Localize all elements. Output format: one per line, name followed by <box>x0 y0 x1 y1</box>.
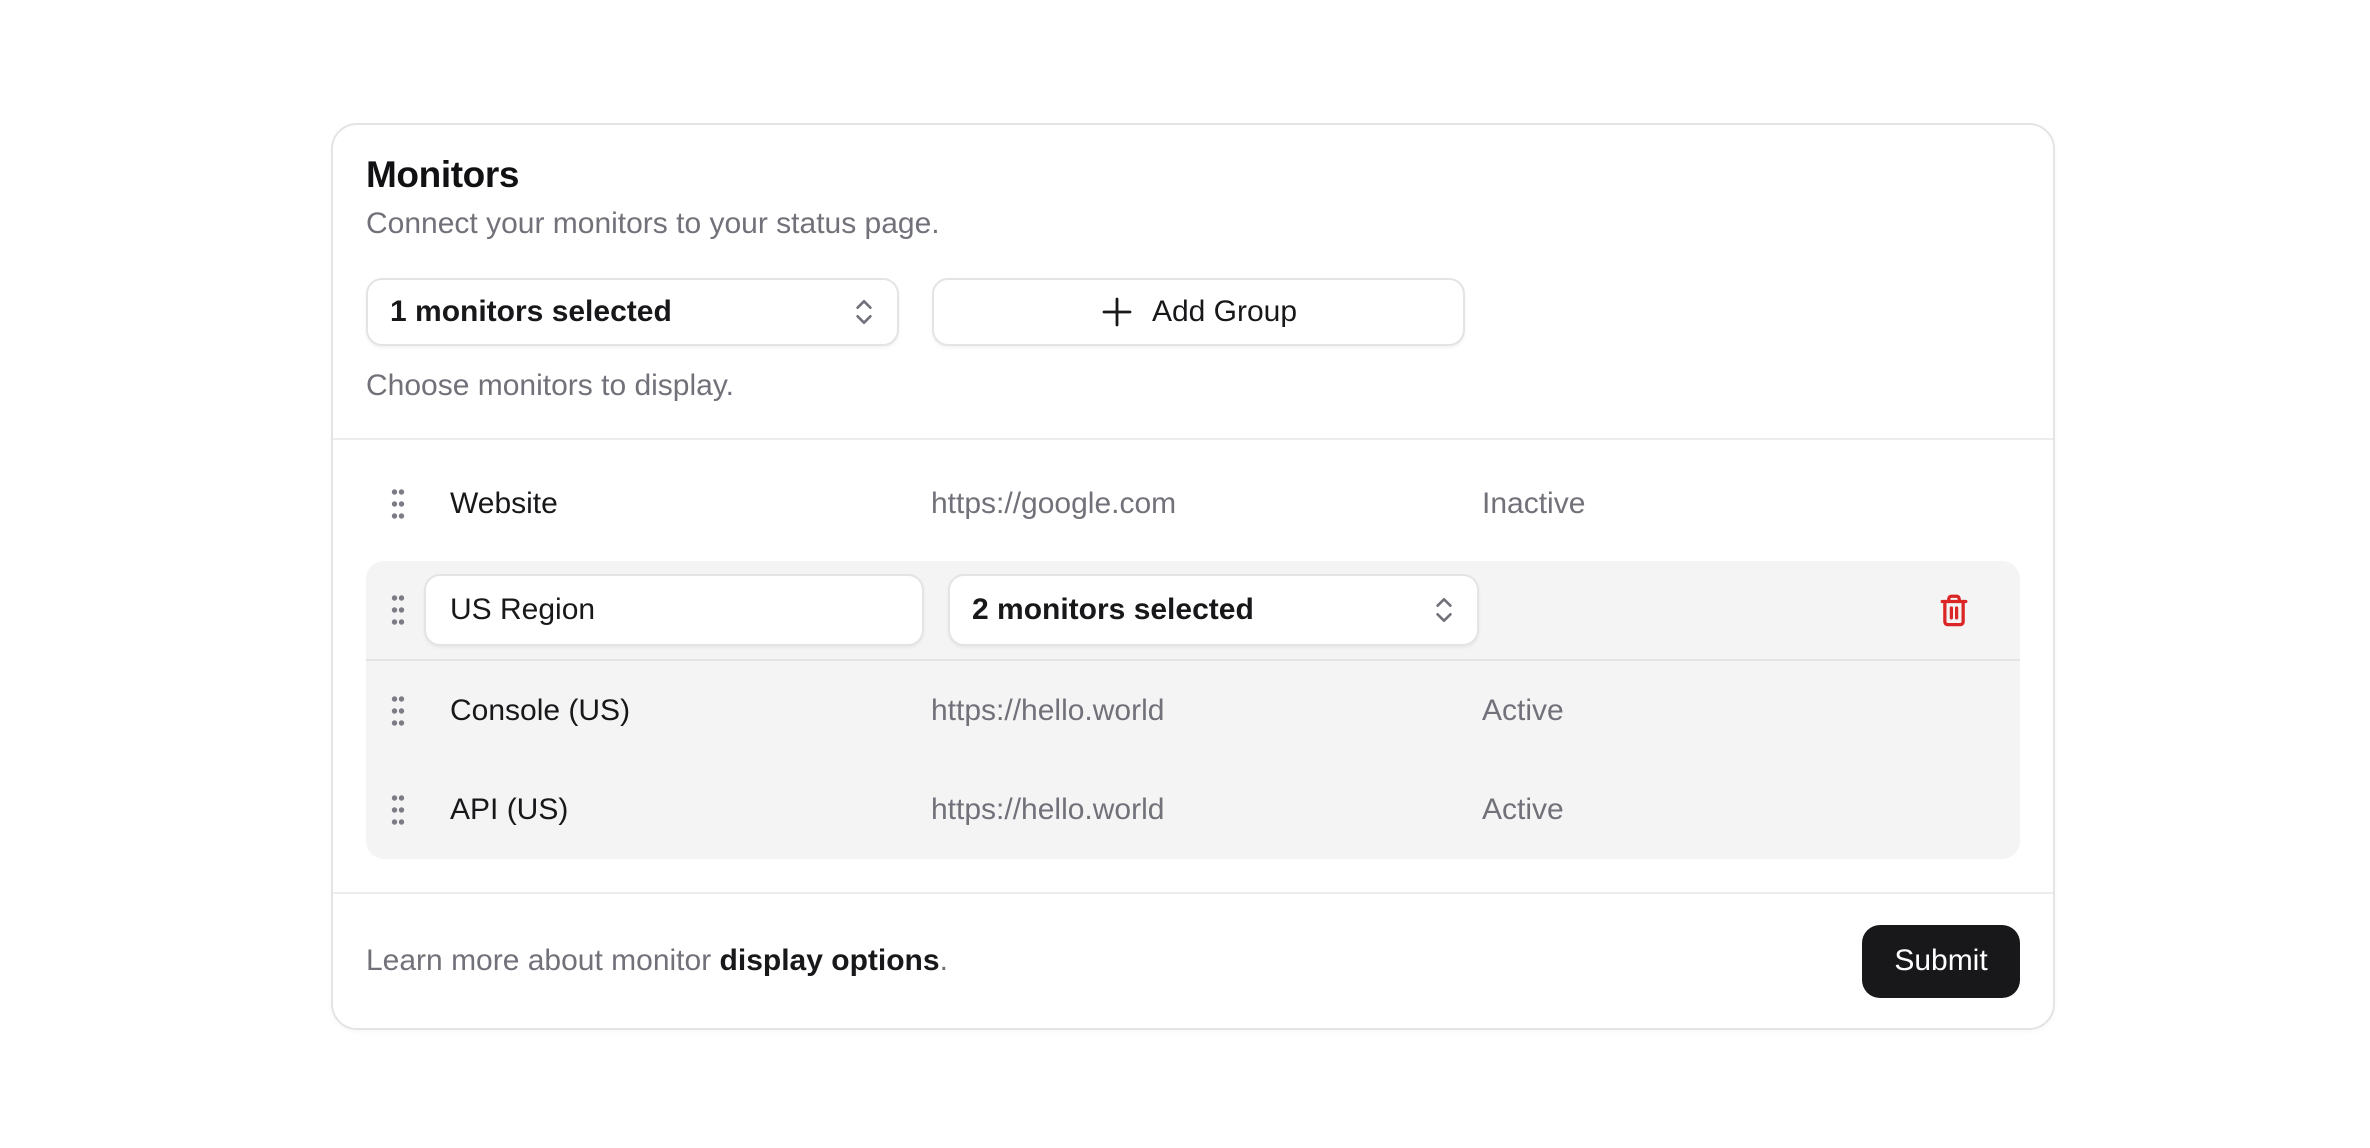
monitor-controls: 1 monitors selected Add Group <box>366 278 2020 346</box>
grip-vertical-icon[interactable] <box>390 593 406 627</box>
card-header: Monitors Connect your monitors to your s… <box>333 125 2053 438</box>
helper-text: Choose monitors to display. <box>366 368 2020 404</box>
monitor-name: API (US) <box>450 793 887 827</box>
group-name-input[interactable] <box>424 574 924 646</box>
plus-icon <box>1100 295 1134 329</box>
trash-icon <box>1938 593 1970 627</box>
grip-vertical-icon[interactable] <box>390 694 406 728</box>
delete-group-button[interactable] <box>1930 586 1978 634</box>
chevrons-up-down-icon <box>851 297 877 327</box>
group-monitors-select[interactable]: 2 monitors selected <box>948 574 1479 646</box>
monitor-row: Console (US) https://hello.world Active <box>366 661 2020 760</box>
monitor-group: 2 monitors selected <box>366 561 2020 859</box>
group-monitor-rows: Console (US) https://hello.world Active <box>366 661 2020 859</box>
monitor-url: https://hello.world <box>931 793 1438 827</box>
page-title: Monitors <box>366 152 2020 198</box>
group-monitors-select-value: 2 monitors selected <box>972 593 1254 627</box>
submit-button[interactable]: Submit <box>1862 925 2020 998</box>
monitor-row: API (US) https://hello.world Active <box>366 760 2020 859</box>
grip-vertical-icon[interactable] <box>390 487 406 521</box>
display-options-link[interactable]: display options <box>720 944 940 977</box>
card-subtitle: Connect your monitors to your status pag… <box>366 206 2020 242</box>
monitor-url: https://google.com <box>931 487 1438 521</box>
chevrons-up-down-icon <box>1431 595 1457 625</box>
monitor-status: Inactive <box>1482 487 1978 521</box>
monitor-url: https://hello.world <box>931 694 1438 728</box>
footer-text-suffix: . <box>940 944 948 977</box>
monitors-select[interactable]: 1 monitors selected <box>366 278 899 346</box>
monitor-row: Website https://google.com Inactive <box>366 460 2020 548</box>
monitor-list: Website https://google.com Inactive <box>333 440 2053 892</box>
footer-text: Learn more about monitor display options… <box>366 944 948 978</box>
footer-text-prefix: Learn more about monitor <box>366 944 711 977</box>
monitor-name: Console (US) <box>450 694 887 728</box>
monitor-status: Active <box>1482 694 1978 728</box>
grip-vertical-icon[interactable] <box>390 793 406 827</box>
add-group-button[interactable]: Add Group <box>932 278 1465 346</box>
monitor-name: Website <box>450 487 887 521</box>
monitors-select-value: 1 monitors selected <box>390 295 672 329</box>
card-footer: Learn more about monitor display options… <box>333 894 2053 1028</box>
monitors-card: Monitors Connect your monitors to your s… <box>331 123 2055 1030</box>
add-group-label: Add Group <box>1152 295 1297 329</box>
monitor-status: Active <box>1482 793 1978 827</box>
group-header-row: 2 monitors selected <box>366 561 2020 659</box>
